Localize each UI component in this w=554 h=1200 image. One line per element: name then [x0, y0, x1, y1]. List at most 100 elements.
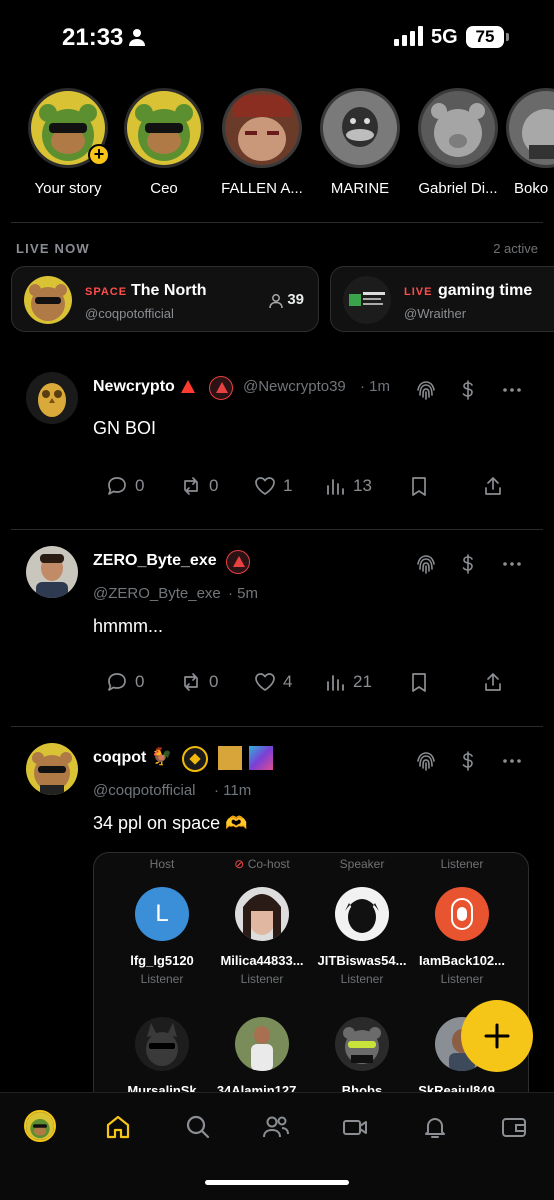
wallet-icon [502, 1118, 526, 1137]
share-icon[interactable] [482, 473, 504, 499]
post[interactable]: ZERO_Byte_exe @ZERO_Byte_exe · 5m hmmm..… [0, 546, 554, 706]
story-item[interactable]: FALLEN A... [212, 88, 312, 197]
more-icon[interactable] [500, 749, 524, 773]
plus-icon [484, 1023, 510, 1049]
heart-hands-icon: 🫶 [225, 813, 248, 833]
live-handle: @coqpotofficial [85, 306, 174, 321]
participant[interactable]: Bhobs [310, 1017, 414, 1098]
story-item[interactable]: Ceo [114, 88, 214, 197]
nav-home[interactable] [104, 1113, 134, 1143]
post-handle[interactable]: @Newcrypto39 [243, 378, 346, 395]
story-item[interactable]: MARINE [310, 88, 410, 197]
live-now-header: LIVE NOW [16, 241, 90, 256]
dollar-icon[interactable] [456, 378, 480, 402]
status-bar: 21:33 5G 75 [0, 0, 554, 76]
post-time: · 11m [214, 782, 252, 799]
fingerprint-icon[interactable] [414, 378, 438, 402]
home-icon [106, 1115, 130, 1139]
bell-icon [425, 1118, 445, 1138]
post-avatar[interactable] [26, 743, 78, 795]
people-icon [263, 1116, 289, 1138]
dollar-icon[interactable] [456, 749, 480, 773]
reply-icon [108, 477, 126, 495]
post-time: · 1m [360, 378, 390, 395]
post-handle[interactable]: @ZERO_Byte_exe [93, 585, 221, 602]
post-actions: 0 0 4 21 [106, 669, 516, 695]
post[interactable]: Newcrypto @Newcrypto39 · 1m GN BOI 0 0 1… [0, 372, 554, 522]
space-participants-card[interactable]: Host L lfg_lg5120 Listener ⊘ Co-host Mil… [93, 852, 529, 1112]
participant[interactable]: 34Alamin127... [210, 1017, 314, 1098]
listener-count: 39 [287, 291, 304, 308]
post-author-name[interactable]: coqpot [93, 749, 146, 767]
live-title: The North [131, 282, 207, 299]
story-name: MARINE [330, 180, 390, 197]
live-card-space[interactable]: SPACE The North @coqpotofficial 39 [11, 266, 319, 332]
like-button[interactable]: 4 [254, 669, 292, 695]
participant-name: Milica44833... [220, 953, 304, 968]
reply-count: 0 [135, 672, 145, 691]
fingerprint-icon[interactable] [414, 749, 438, 773]
like-count: 1 [283, 476, 293, 495]
repost-button[interactable]: 0 [180, 669, 218, 695]
post-author-name[interactable]: Newcrypto [93, 378, 175, 396]
more-icon[interactable] [500, 552, 524, 576]
story-name: Boko [514, 180, 549, 197]
dollar-icon[interactable] [456, 552, 480, 576]
reply-button[interactable]: 0 [106, 669, 144, 695]
view-count: 13 [353, 476, 372, 495]
participant-avatar [235, 1017, 289, 1071]
story-name: FALLEN A... [221, 180, 303, 197]
nav-people[interactable] [262, 1113, 292, 1143]
divider [11, 222, 543, 223]
views-button[interactable]: 21 [324, 669, 372, 695]
participant-avatar [135, 1017, 189, 1071]
story-name: Your story [34, 180, 102, 197]
post-top-actions [414, 552, 524, 576]
heart-icon [255, 477, 275, 495]
post-handle[interactable]: @coqpotofficial [93, 782, 196, 799]
views-icon [327, 479, 344, 495]
search-icon [186, 1115, 210, 1139]
share-icon[interactable] [482, 669, 504, 695]
story-item[interactable]: + Your story [18, 88, 118, 197]
nav-notifications[interactable] [421, 1113, 451, 1143]
fingerprint-icon[interactable] [414, 552, 438, 576]
participant[interactable]: Speaker JITBiswas54... Listener [310, 857, 414, 986]
nav-wallet[interactable] [500, 1113, 530, 1143]
post-avatar[interactable] [26, 546, 78, 598]
stories-row[interactable]: + Your story Ceo FALLEN A... MARINE Gabr… [0, 88, 554, 208]
mic-off-icon: ⊘ [234, 857, 245, 871]
story-avatar [509, 91, 554, 165]
more-icon[interactable] [500, 378, 524, 402]
reply-button[interactable]: 0 [106, 473, 144, 499]
bnb-badge-icon [182, 746, 208, 772]
bookmark-icon[interactable] [408, 669, 430, 695]
post-text: GN BOI [93, 418, 157, 438]
nft-badge-icon [249, 746, 273, 770]
person-icon [129, 29, 145, 46]
repost-button[interactable]: 0 [180, 473, 218, 499]
participant[interactable]: MursalinSk [110, 1017, 214, 1098]
home-indicator [205, 1180, 349, 1185]
post-avatar[interactable] [26, 372, 78, 424]
like-button[interactable]: 1 [254, 473, 292, 499]
post-author-name[interactable]: ZERO_Byte_exe [93, 552, 217, 570]
red-triangle-icon [181, 380, 195, 393]
nav-search[interactable] [184, 1113, 214, 1143]
participant[interactable]: Host L lfg_lg5120 Listener [110, 857, 214, 986]
story-item[interactable]: Gabriel Di... [408, 88, 508, 197]
participant[interactable]: Listener IamBack102... Listener [410, 857, 514, 986]
compose-button[interactable] [461, 1000, 533, 1072]
profile-avatar[interactable] [24, 1110, 56, 1142]
reply-icon [108, 673, 126, 691]
post-top-actions [414, 749, 524, 773]
story-item[interactable]: Boko [506, 88, 554, 197]
views-button[interactable]: 13 [324, 473, 372, 499]
nav-video[interactable] [341, 1113, 371, 1143]
add-story-icon[interactable]: + [88, 144, 110, 166]
participant[interactable]: ⊘ Co-host Milica44833... Listener [210, 857, 314, 986]
bookmark-icon[interactable] [408, 473, 430, 499]
network-label: 5G [431, 26, 458, 48]
live-card-stream[interactable]: LIVE gaming time @Wraither [330, 266, 554, 332]
participant-name: lfg_lg5120 [130, 953, 194, 968]
